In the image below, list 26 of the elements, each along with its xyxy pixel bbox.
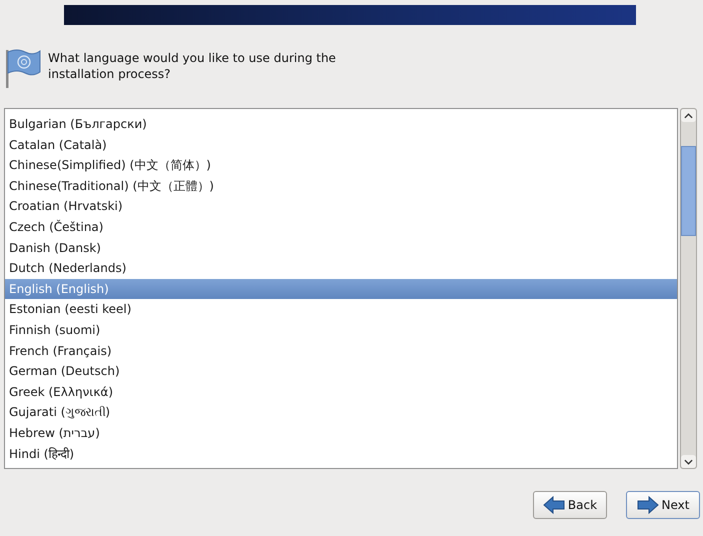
next-button[interactable]: Next — [626, 491, 700, 519]
question-text: What language would you like to use during the installation process? — [48, 50, 337, 82]
language-item[interactable]: Catalan (Català) — [5, 134, 677, 156]
language-item[interactable]: Chinese(Traditional) (中文（正體）) — [5, 176, 677, 196]
language-item[interactable]: Chinese(Simplified) (中文（简体）) — [5, 155, 677, 176]
language-item[interactable]: Bulgarian (Български) — [5, 114, 677, 135]
language-item[interactable]: Greek (Ελληνικά) — [5, 382, 677, 402]
scrollbar-thumb[interactable] — [681, 146, 696, 236]
language-item[interactable]: Czech (Čeština) — [5, 216, 677, 238]
language-item[interactable]: French (Français) — [5, 340, 677, 362]
language-item[interactable]: Estonian (eesti keel) — [5, 299, 677, 320]
language-item[interactable]: Finnish (suomi) — [5, 320, 677, 341]
scrollbar[interactable] — [680, 108, 697, 469]
right-arrow-icon — [636, 496, 659, 514]
language-item[interactable]: Dutch (Nederlands) — [5, 258, 677, 279]
left-arrow-icon — [542, 496, 565, 514]
back-button[interactable]: Back — [533, 491, 607, 519]
language-list[interactable] — [4, 108, 678, 469]
scroll-up-icon[interactable] — [681, 109, 696, 122]
scroll-down-icon[interactable] — [681, 455, 696, 468]
language-item[interactable]: Hindi (हिन्दी) — [5, 444, 677, 464]
language-item[interactable]: Hebrew (עברית) — [5, 422, 677, 444]
language-item[interactable]: German (Deutsch) — [5, 361, 677, 382]
language-item[interactable]: Gujarati (ગુજરાતી) — [5, 402, 677, 423]
language-item[interactable]: Danish (Dansk) — [5, 238, 677, 258]
language-item[interactable]: Croatian (Hrvatski) — [5, 196, 677, 217]
